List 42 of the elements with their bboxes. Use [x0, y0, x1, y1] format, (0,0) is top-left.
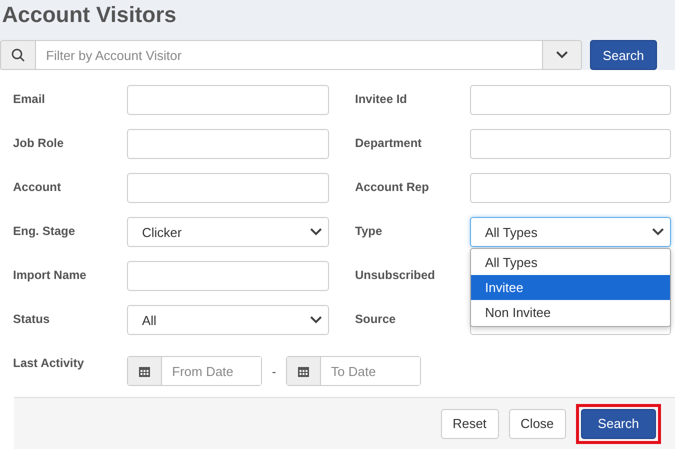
- range-separator: -: [270, 364, 278, 378]
- date-field[interactable]: From Date: [127, 356, 262, 386]
- text-field[interactable]: [127, 85, 329, 115]
- field-label: Import Name: [13, 267, 88, 284]
- field-label: Status: [13, 311, 51, 328]
- calendar-icon: [139, 366, 150, 376]
- field-label: Department: [355, 135, 423, 152]
- footer-button[interactable]: Reset: [440, 408, 499, 438]
- footer-button[interactable]: Search: [580, 408, 656, 438]
- date-field[interactable]: To Date: [286, 356, 421, 386]
- page-title: Account Visitors: [2, 2, 176, 28]
- field-label: Unsubscribed: [355, 267, 436, 284]
- field-label: Invitee Id: [355, 91, 408, 108]
- text-field[interactable]: [470, 85, 671, 115]
- search-button[interactable]: Search: [590, 40, 657, 70]
- dropdown-option[interactable]: All Types: [471, 250, 670, 275]
- chevron-down-icon: [310, 228, 322, 236]
- select-field[interactable]: All: [127, 305, 329, 335]
- text-field[interactable]: [470, 129, 671, 159]
- search-icon: [11, 48, 25, 62]
- field-label: Account: [13, 179, 62, 196]
- calendar-icon: [298, 366, 309, 376]
- text-field[interactable]: [127, 129, 329, 159]
- select-field[interactable]: Clicker: [127, 217, 329, 247]
- chevron-down-icon: [652, 228, 664, 236]
- field-label: Email: [13, 91, 46, 108]
- chevron-down-icon: [556, 51, 568, 59]
- chevron-down-icon: [310, 316, 322, 324]
- dropdown-option[interactable]: Non Invitee: [471, 300, 670, 325]
- text-field[interactable]: [127, 261, 329, 291]
- text-field[interactable]: [470, 173, 671, 203]
- footer-button[interactable]: Close: [508, 408, 566, 438]
- dropdown-option[interactable]: Invitee: [471, 275, 670, 300]
- field-label: Type: [355, 223, 384, 240]
- field-label: Job Role: [13, 135, 65, 152]
- text-field[interactable]: [127, 173, 329, 203]
- select-field[interactable]: All Types: [470, 217, 671, 247]
- field-label: Source: [355, 311, 397, 328]
- field-label: Account Rep: [355, 179, 430, 196]
- field-label: Eng. Stage: [13, 223, 76, 240]
- filter-field[interactable]: Filter by Account Visitor: [36, 40, 542, 70]
- field-label: Last Activity: [13, 355, 85, 372]
